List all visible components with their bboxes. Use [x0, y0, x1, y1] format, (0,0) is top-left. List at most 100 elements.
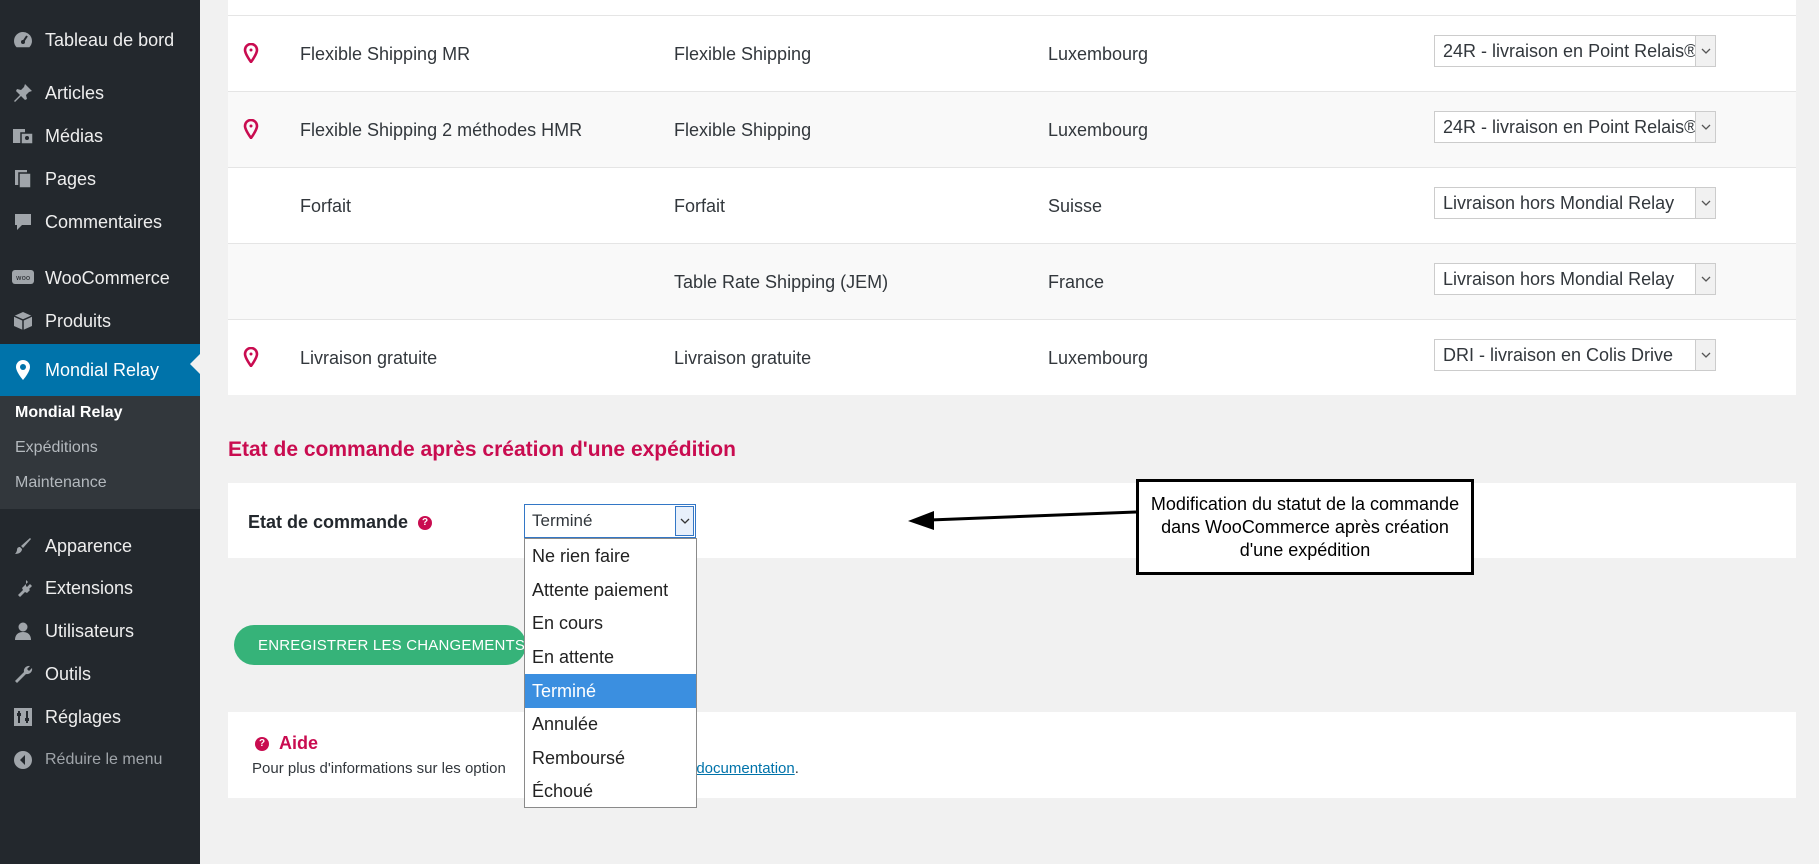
shipping-name: Flexible Shipping 2 méthodes HMR: [300, 119, 583, 140]
sidebar-item-label: Produits: [45, 310, 112, 331]
option-en-attente[interactable]: En attente: [525, 640, 696, 674]
sidebar-item-commentaires[interactable]: Commentaires: [0, 202, 200, 242]
help-title: ? Aide: [255, 733, 318, 754]
shipping-name: Flexible Shipping MR: [300, 43, 471, 64]
shipping-method: Flexible Shipping: [674, 43, 812, 64]
sidebar-item-label: Extensions: [45, 577, 134, 598]
chevron-down-icon: [1695, 188, 1715, 218]
order-status-label-text: Etat de commande: [248, 512, 409, 532]
sidebar-item-label: Réglages: [45, 706, 122, 727]
sidebar-item-reglages[interactable]: Réglages: [0, 697, 200, 737]
submenu-item-expeditions[interactable]: Expéditions: [15, 439, 98, 457]
sidebar-item-pages[interactable]: Pages: [0, 159, 200, 199]
products-icon: [0, 311, 45, 331]
media-icon: [0, 126, 45, 146]
mondial-relay-service-select[interactable]: 24R - livraison en Point Relais®: [1434, 111, 1716, 143]
location-pin-icon: [243, 43, 259, 63]
sidebar-item-utilisateurs[interactable]: Utilisateurs: [0, 611, 200, 651]
woocommerce-icon: woo: [0, 269, 45, 287]
main-content: Flexible Shipping MR Flexible Shipping L…: [200, 0, 1819, 864]
sidebar-item-produits[interactable]: Produits: [0, 301, 200, 341]
pin-icon: [0, 83, 45, 103]
option-annulee[interactable]: Annulée: [525, 707, 696, 741]
sidebar-item-label: Commentaires: [45, 211, 163, 232]
plugins-icon: [0, 578, 45, 598]
sidebar-item-articles[interactable]: Articles: [0, 73, 200, 113]
location-pin-icon: [243, 347, 259, 367]
sidebar-item-mondial-relay[interactable]: Mondial Relay: [0, 344, 200, 396]
option-en-cours[interactable]: En cours: [525, 606, 696, 640]
shipping-methods-table: Flexible Shipping MR Flexible Shipping L…: [228, 0, 1796, 395]
sidebar-item-extensions[interactable]: Extensions: [0, 568, 200, 608]
sidebar-item-dashboard[interactable]: Tableau de bord: [0, 20, 200, 60]
shipping-name: Livraison gratuite: [300, 347, 438, 368]
select-value: Livraison hors Mondial Relay: [1443, 192, 1675, 213]
shipping-method: Forfait: [674, 195, 726, 216]
shipping-zone: France: [1048, 271, 1105, 292]
callout-text: Modification du statut de la commande da…: [1150, 493, 1460, 560]
chevron-down-icon: [1695, 36, 1715, 66]
sidebar-item-label: Articles: [45, 82, 105, 103]
collapse-menu-button[interactable]: Réduire le menu: [0, 740, 200, 780]
select-value: 24R - livraison en Point Relais®: [1443, 40, 1698, 61]
table-row: Table Rate Shipping (JEM) France Livrais…: [228, 243, 1796, 319]
settings-icon: [0, 707, 45, 727]
admin-sidebar: Tableau de bord Articles Médias Pages Co…: [0, 0, 200, 864]
order-status-select[interactable]: Terminé: [524, 504, 696, 538]
sidebar-item-woocommerce[interactable]: woo WooCommerce: [0, 258, 200, 298]
location-pin-icon: [243, 119, 259, 139]
option-ne-rien-faire[interactable]: Ne rien faire: [525, 539, 696, 573]
svg-text:woo: woo: [15, 274, 29, 282]
table-row: Flexible Shipping MR Flexible Shipping L…: [228, 15, 1796, 91]
mondial-relay-service-select[interactable]: 24R - livraison en Point Relais®: [1434, 35, 1716, 67]
submenu-item-mondial-relay[interactable]: Mondial Relay: [15, 404, 123, 422]
sidebar-item-label: Tableau de bord: [45, 29, 175, 50]
save-changes-button[interactable]: ENREGISTRER LES CHANGEMENTS: [234, 625, 526, 665]
select-value: Livraison hors Mondial Relay: [1443, 268, 1675, 289]
collapse-menu-label: Réduire le menu: [45, 751, 163, 768]
sidebar-submenu: Mondial Relay Expéditions Maintenance: [0, 396, 200, 509]
help-icon[interactable]: ?: [418, 515, 433, 530]
sidebar-item-label: Médias: [45, 125, 104, 146]
annotation-callout: Modification du statut de la commande da…: [1136, 479, 1474, 575]
sidebar-item-medias[interactable]: Médias: [0, 116, 200, 156]
shipping-method: Flexible Shipping: [674, 119, 812, 140]
help-title-text: Aide: [279, 733, 319, 753]
option-rembourse[interactable]: Remboursé: [525, 741, 696, 775]
sidebar-item-apparence[interactable]: Apparence: [0, 526, 200, 566]
sidebar-item-label: Utilisateurs: [45, 620, 135, 641]
documentation-link[interactable]: a documentation: [684, 760, 795, 777]
option-termine[interactable]: Terminé: [525, 674, 696, 708]
shipping-zone: Suisse: [1048, 195, 1103, 216]
select-value: DRI - livraison en Colis Drive: [1443, 344, 1674, 365]
sidebar-item-label: WooCommerce: [45, 267, 170, 288]
mondial-relay-service-select[interactable]: DRI - livraison en Colis Drive: [1434, 339, 1716, 371]
help-icon: ?: [255, 736, 269, 751]
shipping-zone: Luxembourg: [1048, 43, 1149, 64]
sidebar-item-label: Pages: [45, 168, 97, 189]
submenu-item-maintenance[interactable]: Maintenance: [15, 474, 107, 492]
shipping-method: Livraison gratuite: [674, 347, 812, 368]
sidebar-item-label: Outils: [45, 663, 92, 684]
shipping-method: Table Rate Shipping (JEM): [674, 271, 889, 292]
shipping-zone: Luxembourg: [1048, 119, 1149, 140]
sidebar-item-label: Apparence: [45, 535, 133, 556]
help-panel: [228, 712, 1796, 798]
chevron-down-icon: [1695, 264, 1715, 294]
appearance-icon: [0, 536, 45, 556]
sidebar-item-label: Mondial Relay: [45, 359, 160, 380]
order-status-label: Etat de commande ?: [248, 512, 433, 533]
mondial-relay-service-select[interactable]: Livraison hors Mondial Relay: [1434, 187, 1716, 219]
users-icon: [0, 621, 45, 641]
select-value: 24R - livraison en Point Relais®: [1443, 116, 1698, 137]
chevron-down-icon: [1695, 340, 1715, 370]
table-row: Forfait Forfait Suisse Livraison hors Mo…: [228, 167, 1796, 243]
collapse-arrow-icon: [0, 750, 45, 770]
mondial-relay-service-select[interactable]: Livraison hors Mondial Relay: [1434, 263, 1716, 295]
sidebar-item-outils[interactable]: Outils: [0, 654, 200, 694]
shipping-name: Forfait: [300, 195, 352, 216]
annotation-arrow: [908, 510, 1137, 530]
option-echoue[interactable]: Échoué: [525, 774, 696, 808]
table-row: Flexible Shipping 2 méthodes HMR Flexibl…: [228, 91, 1796, 167]
option-attente-paiement[interactable]: Attente paiement: [525, 573, 696, 607]
